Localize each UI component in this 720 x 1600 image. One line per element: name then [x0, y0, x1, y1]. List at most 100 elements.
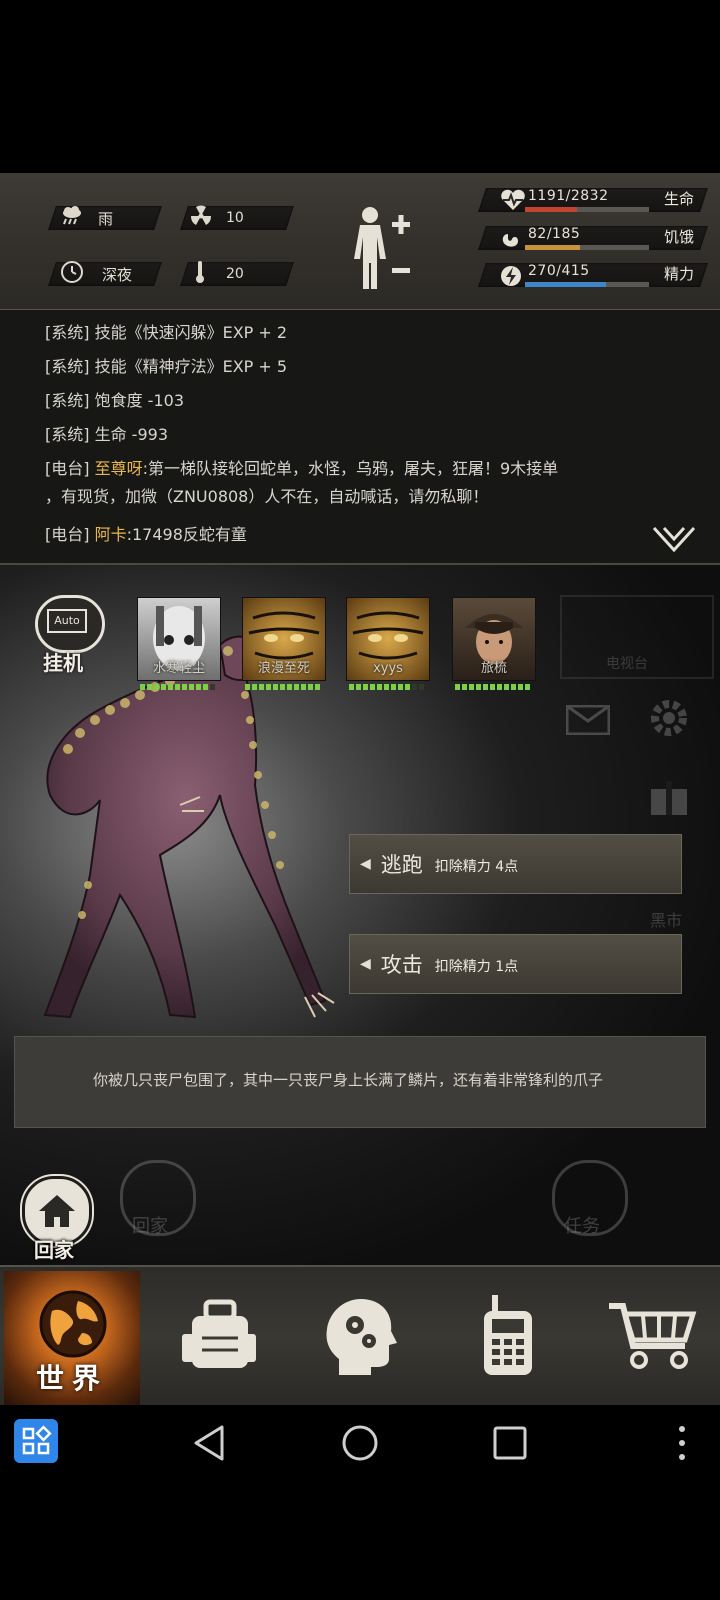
walkie-talkie-icon[interactable]: [460, 1295, 556, 1375]
hp-segment: [287, 684, 292, 690]
back-nav-icon[interactable]: [190, 1423, 230, 1467]
heart-rate-icon: [500, 189, 526, 216]
log-line: [电台] 至尊呀:第一梯队接轮回蛇单，水怪，乌鸦，屠夫，狂屠！9木接单: [45, 459, 559, 478]
gear-icon[interactable]: [648, 697, 690, 743]
shopping-cart-icon[interactable]: [604, 1295, 700, 1375]
hp-segment: [384, 684, 389, 690]
message-log[interactable]: [系统] 技能《快速闪躲》EXP + 2 [系统] 技能《精神疗法》EXP + …: [0, 310, 720, 565]
hp-segment: [301, 684, 306, 690]
skills-head-icon[interactable]: [314, 1295, 410, 1375]
hunger-fill: [525, 245, 580, 250]
log-line: ，有现货，加微（ZNU0808）人不在，自动喊话，请勿私聊！: [45, 487, 489, 506]
hp-segment: [476, 684, 481, 690]
hp-segment: [210, 684, 215, 690]
hp-segment: [154, 684, 159, 690]
time-label: 深夜: [102, 265, 133, 284]
hp-segment: [462, 684, 467, 690]
hp-segment: [405, 684, 410, 690]
hp-segment: [189, 684, 194, 690]
body-figure-icon[interactable]: [348, 203, 418, 293]
auto-button[interactable]: Auto 挂机: [33, 595, 105, 675]
encounter-message-box: 你被几只丧尸包围了，其中一只丧尸身上长满了鳞片，还有着非常锋利的爪子: [14, 1036, 706, 1128]
hp-segment: [315, 684, 320, 690]
gift-icon[interactable]: [648, 775, 690, 821]
energy-fill: [525, 282, 606, 287]
hp-segment: [203, 684, 208, 690]
radiation-indicator: 10: [190, 205, 244, 230]
tab-world-label: 世界: [36, 1362, 109, 1395]
hp-segment: [525, 684, 530, 690]
log-line: [系统] 技能《快速闪躲》EXP + 2: [45, 323, 288, 342]
expand-log-chevron-icon[interactable]: [652, 526, 696, 558]
party-member-portrait[interactable]: 旅梳: [452, 597, 536, 681]
hunger-value: 82/185: [528, 226, 581, 242]
lightning-icon: [500, 264, 522, 293]
hp-segment: [252, 684, 257, 690]
temperature-indicator: 20: [194, 260, 244, 288]
left-arrow-icon: ◀: [360, 856, 371, 872]
hp-segment: [349, 684, 354, 690]
hp-segment: [483, 684, 488, 690]
auto-label: 挂机: [43, 651, 83, 675]
radiation-value: 10: [226, 210, 244, 226]
hp-segment: [175, 684, 180, 690]
app-drawer-icon[interactable]: [14, 1419, 58, 1463]
system-navigation-bar: [0, 1405, 720, 1485]
energy-bar: 270/415 精力: [478, 263, 708, 289]
status-panel: 雨 10 深夜 20 1191/2832 生命 82/185 饥饿 270/41…: [0, 173, 720, 311]
party-member-portrait[interactable]: 浪漫至死: [242, 597, 326, 681]
left-arrow-icon: ◀: [360, 956, 371, 972]
log-line: [系统] 生命 -993: [45, 425, 168, 444]
black-market-label[interactable]: 黑市: [650, 907, 682, 931]
hp-segment: [398, 684, 403, 690]
auto-badge: Auto: [47, 609, 87, 633]
recents-nav-icon[interactable]: [490, 1423, 530, 1467]
home-ghost-label: 回家: [132, 1216, 168, 1237]
thermometer-icon: [194, 260, 206, 288]
home-label: 回家: [34, 1238, 74, 1262]
more-options-icon[interactable]: [676, 1423, 688, 1467]
hp-segment: [370, 684, 375, 690]
sender-name[interactable]: 至尊呀: [95, 459, 143, 478]
hunger-label: 饥饿: [664, 228, 695, 246]
bottom-tab-bar: 世界: [0, 1265, 720, 1407]
backpack-icon[interactable]: [170, 1295, 266, 1375]
stomach-icon: [500, 227, 520, 256]
tab-world[interactable]: 世界: [4, 1271, 140, 1405]
hp-segment: [511, 684, 516, 690]
hp-segment: [469, 684, 474, 690]
hp-segment: [294, 684, 299, 690]
encounter-message: 你被几只丧尸包围了，其中一只丧尸身上长满了鳞片，还有着非常锋利的爪子: [92, 1071, 603, 1089]
hp-segment: [363, 684, 368, 690]
party-member-name: 旅梳: [480, 661, 507, 676]
temperature-value: 20: [226, 266, 244, 282]
weather-indicator: 雨: [60, 205, 114, 231]
hp-segment: [259, 684, 264, 690]
globe-icon: [39, 1290, 107, 1358]
hp-bar: 1191/2832 生命: [478, 188, 708, 216]
energy-label: 精力: [664, 265, 695, 283]
task-label[interactable]: 任务: [564, 1212, 600, 1238]
hp-segment: [280, 684, 285, 690]
party-member-portrait[interactable]: 水寒轻尘: [137, 597, 221, 681]
party-member-name: 水寒轻尘: [152, 661, 205, 676]
hp-segment: [419, 684, 424, 690]
hp-segment: [455, 684, 460, 690]
tv-station-label: 电视台: [606, 656, 648, 672]
home-nav-icon[interactable]: [340, 1423, 380, 1467]
party-member-portrait[interactable]: xyys: [346, 597, 430, 681]
hp-segment: [161, 684, 166, 690]
flee-button[interactable]: ◀ 逃跑 扣除精力 4点: [349, 834, 682, 894]
weather-label: 雨: [98, 209, 114, 228]
rain-cloud-icon: [60, 205, 84, 231]
hunger-bar: 82/185 饥饿: [478, 226, 708, 252]
party-hp-bar: [140, 684, 215, 690]
mail-icon[interactable]: [565, 704, 611, 739]
time-indicator: 深夜: [60, 260, 133, 288]
sender-name[interactable]: 阿卡: [95, 525, 127, 544]
log-line: [系统] 饱食度 -103: [45, 391, 184, 410]
home-button[interactable]: 回家: [20, 1176, 92, 1262]
attack-cost: 扣除精力 1点: [434, 959, 519, 975]
clock-icon: [60, 260, 84, 288]
attack-button[interactable]: ◀ 攻击 扣除精力 1点: [349, 934, 682, 994]
